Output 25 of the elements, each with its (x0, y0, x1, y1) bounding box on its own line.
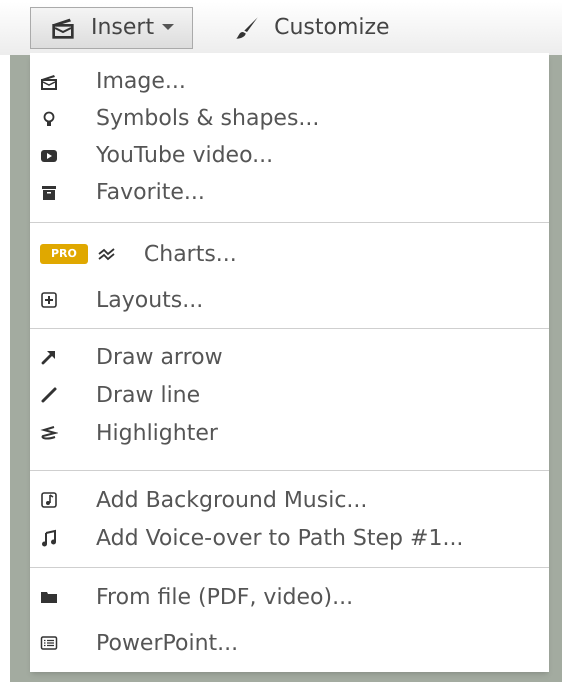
customize-button[interactable]: Customize (215, 6, 409, 48)
music-note-icon (40, 529, 58, 547)
scribble-icon (40, 424, 58, 442)
menu-item[interactable]: Layouts... (30, 277, 549, 323)
menu-item[interactable]: From file (PDF, video)... (30, 574, 549, 620)
plus-square-icon (40, 291, 58, 309)
menu-item[interactable]: Image... (30, 63, 549, 100)
menu-item[interactable]: Draw arrow (30, 338, 549, 376)
menu-item[interactable]: Add Voice-over to Path Step #1... (30, 519, 549, 557)
menu-item[interactable]: Symbols & shapes... (30, 100, 549, 137)
music-box-icon (40, 491, 58, 509)
menu-item[interactable]: PowerPoint... (30, 620, 549, 666)
menu-item[interactable]: YouTube video... (30, 137, 549, 174)
menu-item[interactable]: PRO Charts... (30, 231, 549, 277)
line-icon (40, 386, 58, 404)
menu-item[interactable]: Add Background Music... (30, 481, 549, 519)
menu-item[interactable]: Draw line (30, 376, 549, 414)
pro-badge: PRO (40, 244, 88, 264)
arrow-icon (40, 348, 58, 366)
list-icon (40, 634, 58, 652)
archive-icon (40, 184, 58, 202)
insert-button[interactable]: Insert (30, 6, 194, 48)
menu-item[interactable]: Favorite... (30, 174, 549, 211)
brush-icon (234, 16, 260, 40)
menu-item[interactable]: Highlighter (30, 414, 549, 452)
